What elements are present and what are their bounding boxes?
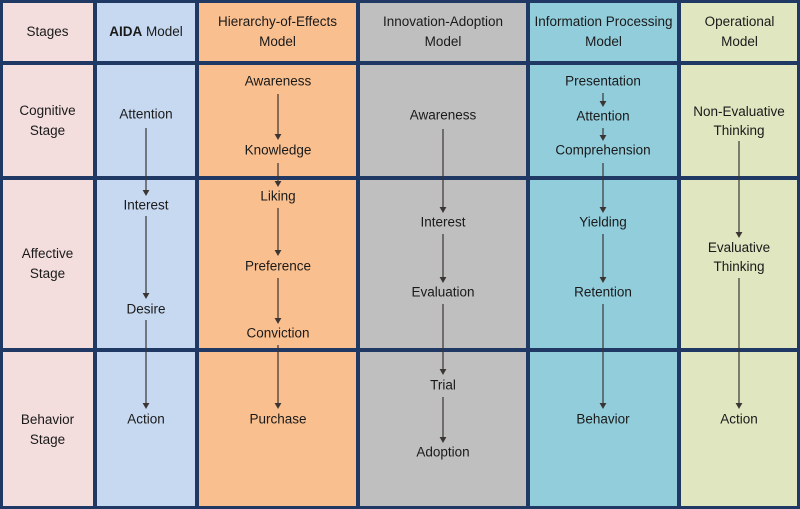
cell-behavior-aida [95, 350, 197, 509]
header-cell-information-processing-model: Information Processing Model [528, 0, 679, 63]
cell-affective-hierarchy-of-effects [197, 178, 358, 350]
cell-cognitive-operational [679, 63, 800, 178]
header-cell-stages: Stages [0, 0, 95, 63]
header-label-hierarchy-of-effects-model: Hierarchy-of-Effects Model [217, 13, 338, 49]
hierarchy-of-effects-models-diagram: Stages AIDA Model Hierarchy-of-Effects M… [0, 0, 800, 509]
row-header-affective-stage: Affective Stage [0, 178, 95, 350]
cell-behavior-operational [679, 350, 800, 509]
header-label-innovation-adoption-model: Innovation-Adoption Model [382, 13, 504, 49]
header-cell-hierarchy-of-effects-model: Hierarchy-of-Effects Model [197, 0, 358, 63]
cell-cognitive-information-processing [528, 63, 679, 178]
row-label-affective-stage: Affective Stage [21, 246, 74, 281]
header-bold-aida: AIDA [109, 23, 143, 39]
cell-behavior-information-processing [528, 350, 679, 509]
header-cell-aida-model: AIDA Model [95, 0, 197, 63]
header-cell-innovation-adoption-model: Innovation-Adoption Model [358, 0, 528, 63]
cell-behavior-hierarchy-of-effects [197, 350, 358, 509]
header-label-stages: Stages [26, 23, 69, 39]
row-label-cognitive-stage: Cognitive Stage [19, 102, 76, 138]
cell-cognitive-aida [95, 63, 197, 178]
header-label-information-processing-model: Information Processing Model [534, 13, 673, 49]
cell-affective-innovation-adoption [358, 178, 528, 350]
header-label-operational-model: Operational Model [704, 13, 775, 49]
header-cell-operational-model: Operational Model [679, 0, 800, 63]
cell-behavior-innovation-adoption [358, 350, 528, 509]
cell-affective-information-processing [528, 178, 679, 350]
cell-affective-aida [95, 178, 197, 350]
cell-cognitive-innovation-adoption [358, 63, 528, 178]
cell-cognitive-hierarchy-of-effects [197, 63, 358, 178]
cell-affective-operational [679, 178, 800, 350]
row-label-behavior-stage: Behavior Stage [20, 411, 75, 447]
row-header-behavior-stage: Behavior Stage [0, 350, 95, 509]
row-header-cognitive-stage: Cognitive Stage [0, 63, 95, 178]
header-label-aida-model: AIDA Model [109, 23, 183, 39]
